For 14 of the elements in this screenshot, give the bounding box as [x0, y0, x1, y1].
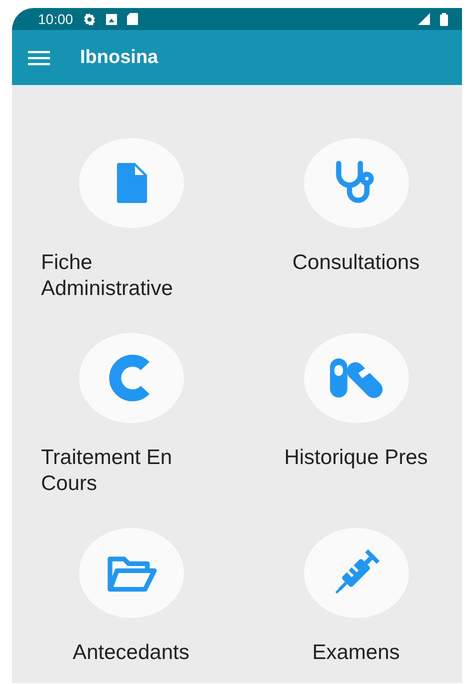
tile-label: Traitement En Cours: [41, 445, 174, 497]
tile-label: Consultations: [292, 250, 420, 276]
image-icon: [106, 14, 118, 24]
app-title: Ibnosina: [80, 46, 158, 68]
settings-icon: [83, 12, 96, 26]
tile-label: Examens: [312, 640, 400, 666]
tile-label: Fiche Administrative: [41, 250, 174, 302]
menu-button[interactable]: [28, 50, 50, 66]
battery-icon: [440, 12, 448, 26]
sd-card-icon: [127, 13, 138, 25]
tile-label: Antecedants: [72, 640, 190, 666]
clock: 10:00: [38, 11, 74, 27]
signal-icon: [418, 13, 430, 25]
tile-label: Historique Pres: [284, 445, 428, 471]
